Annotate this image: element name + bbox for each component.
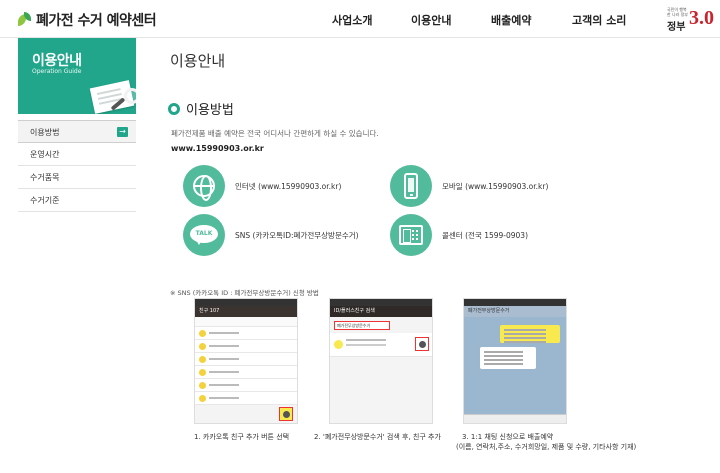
nav-item-business[interactable]: 사업소개 [332,12,372,28]
sidebar-item-label: 이용방법 [30,128,60,137]
nav-item-reservation[interactable]: 배출예약 [491,12,531,28]
globe-icon [183,165,225,207]
method-internet: 인터넷 (www.15990903.or.kr) [183,165,341,207]
nav-item-customer-voice[interactable]: 고객의 소리 [572,12,626,28]
sidebar-item-items[interactable]: 수거품목 [18,166,136,189]
arrow-right-icon: → [117,127,128,137]
section-title-text: 이용방법 [186,103,234,118]
screen-bar: ID/플러스친구 검색 [330,306,432,317]
add-friend-icon [415,337,429,351]
site-header: 폐가전 수거 예약센터 사업소개 이용안내 배출예약 고객의 소리 국민이 행복… [0,0,720,38]
step-caption-2: 2. '폐가전무상방문수거' 검색 후, 친구 추가 [314,433,441,441]
gov3-logo[interactable]: 국민이 행복한 나라 정부 정부 3.0 [667,7,715,33]
page-title: 이용안내 [170,52,226,70]
sidebar-item-criteria[interactable]: 수거기준 [18,189,136,212]
sidebar-item-label: 수거품목 [30,173,60,182]
main-nav: 사업소개 이용안내 배출예약 고객의 소리 [0,12,720,28]
site-url[interactable]: www.15990903.or.kr [171,144,264,153]
sidebar-menu: 이용방법 → 운영시간 수거품목 수거기준 [18,120,136,212]
method-mobile: 모바일 (www.15990903.or.kr) [390,165,548,207]
gov-number: 3.0 [689,7,714,29]
search-box: 폐가전무상방문수거 [334,321,390,330]
method-label: SNS (카카오톡ID:폐가전무상방문수거) [235,230,359,240]
description: 폐가전제품 배출 예약은 전국 어디서나 간편하게 하실 수 있습니다. [171,129,379,138]
banner-subtitle: Operation Guide [32,68,82,75]
screenshot-friend-list: 친구 107 [194,298,298,424]
sidebar-item-label: 수거기준 [30,196,60,205]
sidebar-item-usage[interactable]: 이용방법 → [18,120,136,143]
method-label: 콜센터 (전국 1599-0903) [442,230,528,240]
sidebar-item-hours[interactable]: 운영시간 [18,143,136,166]
sidebar-item-label: 운영시간 [30,150,60,159]
talk-icon-text: TALK [190,225,218,245]
method-label: 인터넷 (www.15990903.or.kr) [235,181,342,191]
step-caption-1: 1. 카카오톡 친구 추가 버튼 선택 [194,433,290,441]
banner-title: 이용안내 [32,53,82,69]
magnifier-icon [124,88,136,104]
method-label: 모바일 (www.15990903.or.kr) [442,181,549,191]
gov-word: 정부 [667,22,686,33]
mobile-phone-icon [390,165,432,207]
method-callcenter: 콜센터 (전국 1599-0903) [390,214,528,256]
screenshot-chat: 폐가전무상방문수거 [463,298,567,424]
ring-bullet-icon [168,102,180,115]
step-caption-3: 3. 1:1 채팅 신청으로 배출예약 (이름, 연락처,주소, 수거희망일, … [456,433,637,451]
method-sns: TALK SNS (카카오톡ID:폐가전무상방문수거) [183,214,359,256]
screen-bar: 친구 107 [195,306,297,317]
talk-bubble-icon: TALK [183,214,225,256]
add-friend-icon [279,407,293,421]
gov-slogan: 국민이 행복한 나라 정부 [667,7,688,17]
section-title: 이용방법 [168,99,234,118]
sns-note: ※ SNS (카카오톡 ID : 폐가전무상방문수거) 신청 방법 [170,289,319,297]
screenshot-friend-search: ID/플러스친구 검색 폐가전무상방문수거 [329,298,433,424]
nav-item-guide[interactable]: 이용안내 [411,12,451,28]
sidebar-banner: 이용안내 Operation Guide [18,38,136,114]
screen-bar: 폐가전무상방문수거 [464,306,566,317]
telephone-icon [390,214,432,256]
